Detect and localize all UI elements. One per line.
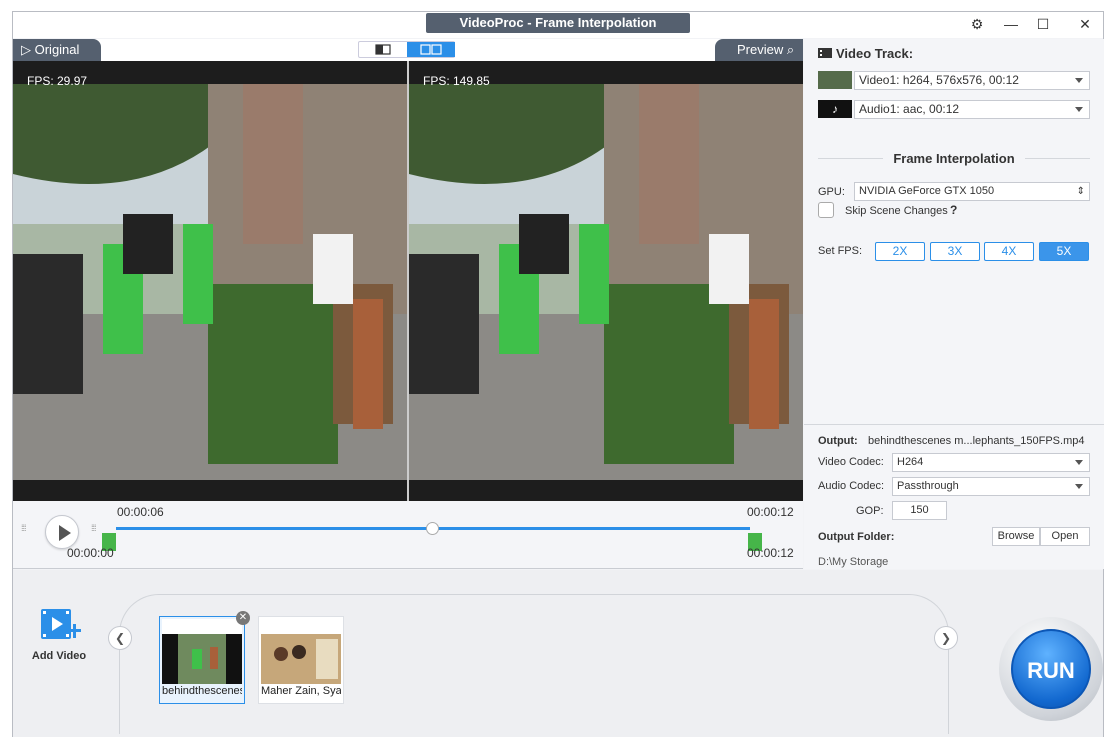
- run-button[interactable]: RUN: [1011, 629, 1091, 709]
- view-mode-toggle[interactable]: [358, 41, 455, 58]
- close-button[interactable]: ✕: [1073, 15, 1097, 33]
- output-divider: [804, 424, 1104, 425]
- preview-tab: Preview ⌕: [715, 39, 803, 61]
- minimize-button[interactable]: —: [999, 15, 1023, 33]
- original-tab: ▷ Original: [13, 39, 101, 61]
- video-preview-area: FPS: 29.97 FPS: 149.85: [13, 61, 803, 501]
- original-pane: FPS: 29.97: [13, 61, 407, 501]
- interpolated-pane: FPS: 149.85: [409, 61, 803, 501]
- clip-name: Maher Zain, Syak: [261, 685, 341, 697]
- clip-preview-image: [162, 619, 242, 684]
- window-title: VideoProc - Frame Interpolation: [426, 13, 690, 33]
- current-time: 00:00:06: [117, 505, 164, 519]
- scroll-right-button[interactable]: ❯: [934, 626, 958, 650]
- original-fps-label: FPS: 29.97: [27, 74, 88, 88]
- music-note-icon: ♪: [818, 100, 852, 118]
- playhead-knob[interactable]: [426, 522, 439, 535]
- gop-input[interactable]: 150: [892, 501, 947, 520]
- output-filename: behindthescenes m...lephants_150FPS.mp4: [868, 435, 1085, 447]
- preview-header: ▷ Original Preview ⌕: [13, 39, 803, 61]
- frame-interpolation-title: Frame Interpolation: [804, 151, 1104, 166]
- interpolated-fps-label: FPS: 149.85: [423, 74, 490, 88]
- browse-button[interactable]: Browse: [992, 527, 1040, 546]
- gop-label: GOP:: [856, 505, 884, 517]
- add-video-icon: [41, 609, 81, 639]
- video-stream-dropdown[interactable]: Video1: h264, 576x576, 00:12: [854, 71, 1090, 90]
- maximize-button[interactable]: ☐: [1031, 15, 1055, 33]
- start-time: 00:00:00: [67, 546, 114, 560]
- gpu-label: GPU:: [818, 186, 845, 198]
- settings-panel: Video Track: Video1: h264, 576x576, 00:1…: [804, 39, 1104, 569]
- fps-multiplier-button[interactable]: 2X: [875, 242, 925, 261]
- media-tray: Add Video ❮ ❯ behindthescenes ✕ Maher Za…: [13, 570, 1103, 737]
- film-icon: [818, 47, 832, 59]
- app-window: VideoProc - Frame Interpolation ⚙ — ☐ ✕ …: [12, 11, 1104, 737]
- skip-scene-label: Skip Scene Changes: [845, 205, 948, 217]
- remove-clip-close-icon[interactable]: ✕: [236, 611, 250, 625]
- clip-preview-image: [261, 619, 341, 684]
- end-time-bottom: 00:00:12: [747, 546, 794, 560]
- play-outline-icon: ▷: [21, 42, 35, 57]
- run-button-ring: RUN: [999, 617, 1103, 721]
- split-view-icon: [375, 44, 391, 55]
- scroll-left-button[interactable]: ❮: [108, 626, 132, 650]
- clip-thumbnail[interactable]: behindthescenes ✕: [159, 611, 250, 704]
- video-codec-dropdown[interactable]: H264: [892, 453, 1090, 472]
- output-folder-label: Output Folder:: [818, 531, 895, 543]
- skip-scene-checkbox[interactable]: [818, 202, 834, 218]
- open-button[interactable]: Open: [1040, 527, 1090, 546]
- audio-codec-label: Audio Codec:: [818, 480, 885, 492]
- video-thumbnail: [818, 71, 852, 89]
- interpolated-video-frame: [409, 84, 803, 480]
- help-icon[interactable]: ?: [950, 203, 957, 217]
- settings-gear-icon[interactable]: ⚙: [965, 15, 989, 33]
- side-by-side-icon: [420, 44, 442, 55]
- output-folder-path: D:\My Storage: [818, 556, 889, 568]
- fps-multiplier-button[interactable]: 3X: [930, 242, 980, 261]
- title-bar: VideoProc - Frame Interpolation ⚙ — ☐ ✕: [13, 12, 1103, 38]
- split-view-button[interactable]: [359, 42, 407, 57]
- drag-grip-icon[interactable]: ⁞⁞⁞: [21, 524, 33, 537]
- fps-multiplier-button[interactable]: 4X: [984, 242, 1034, 261]
- add-video-button[interactable]: Add Video: [29, 606, 89, 662]
- gpu-select[interactable]: NVIDIA GeForce GTX 1050 ⇕: [854, 182, 1090, 201]
- search-icon: ⌕: [783, 42, 795, 57]
- play-button[interactable]: [45, 515, 79, 549]
- clip-thumbnail[interactable]: Maher Zain, Syak: [258, 616, 344, 704]
- set-fps-label: Set FPS:: [818, 245, 863, 257]
- updown-icon: ⇕: [1076, 186, 1085, 197]
- original-video-frame: [13, 84, 407, 480]
- fps-multiplier-button[interactable]: 5X: [1039, 242, 1089, 261]
- output-label: Output:: [818, 435, 858, 447]
- video-track-title: Video Track:: [836, 46, 914, 61]
- video-codec-label: Video Codec:: [818, 456, 884, 468]
- end-time-top: 00:00:12: [747, 505, 794, 519]
- clip-name: behindthescenes: [162, 685, 242, 697]
- side-by-side-button[interactable]: [407, 42, 455, 57]
- audio-codec-dropdown[interactable]: Passthrough: [892, 477, 1090, 496]
- timeline: ⁞⁞⁞ ⁞⁞⁞ 00:00:06 00:00:12 00:00:00 00:00…: [13, 501, 803, 569]
- audio-stream-dropdown[interactable]: Audio1: aac, 00:12: [854, 100, 1090, 119]
